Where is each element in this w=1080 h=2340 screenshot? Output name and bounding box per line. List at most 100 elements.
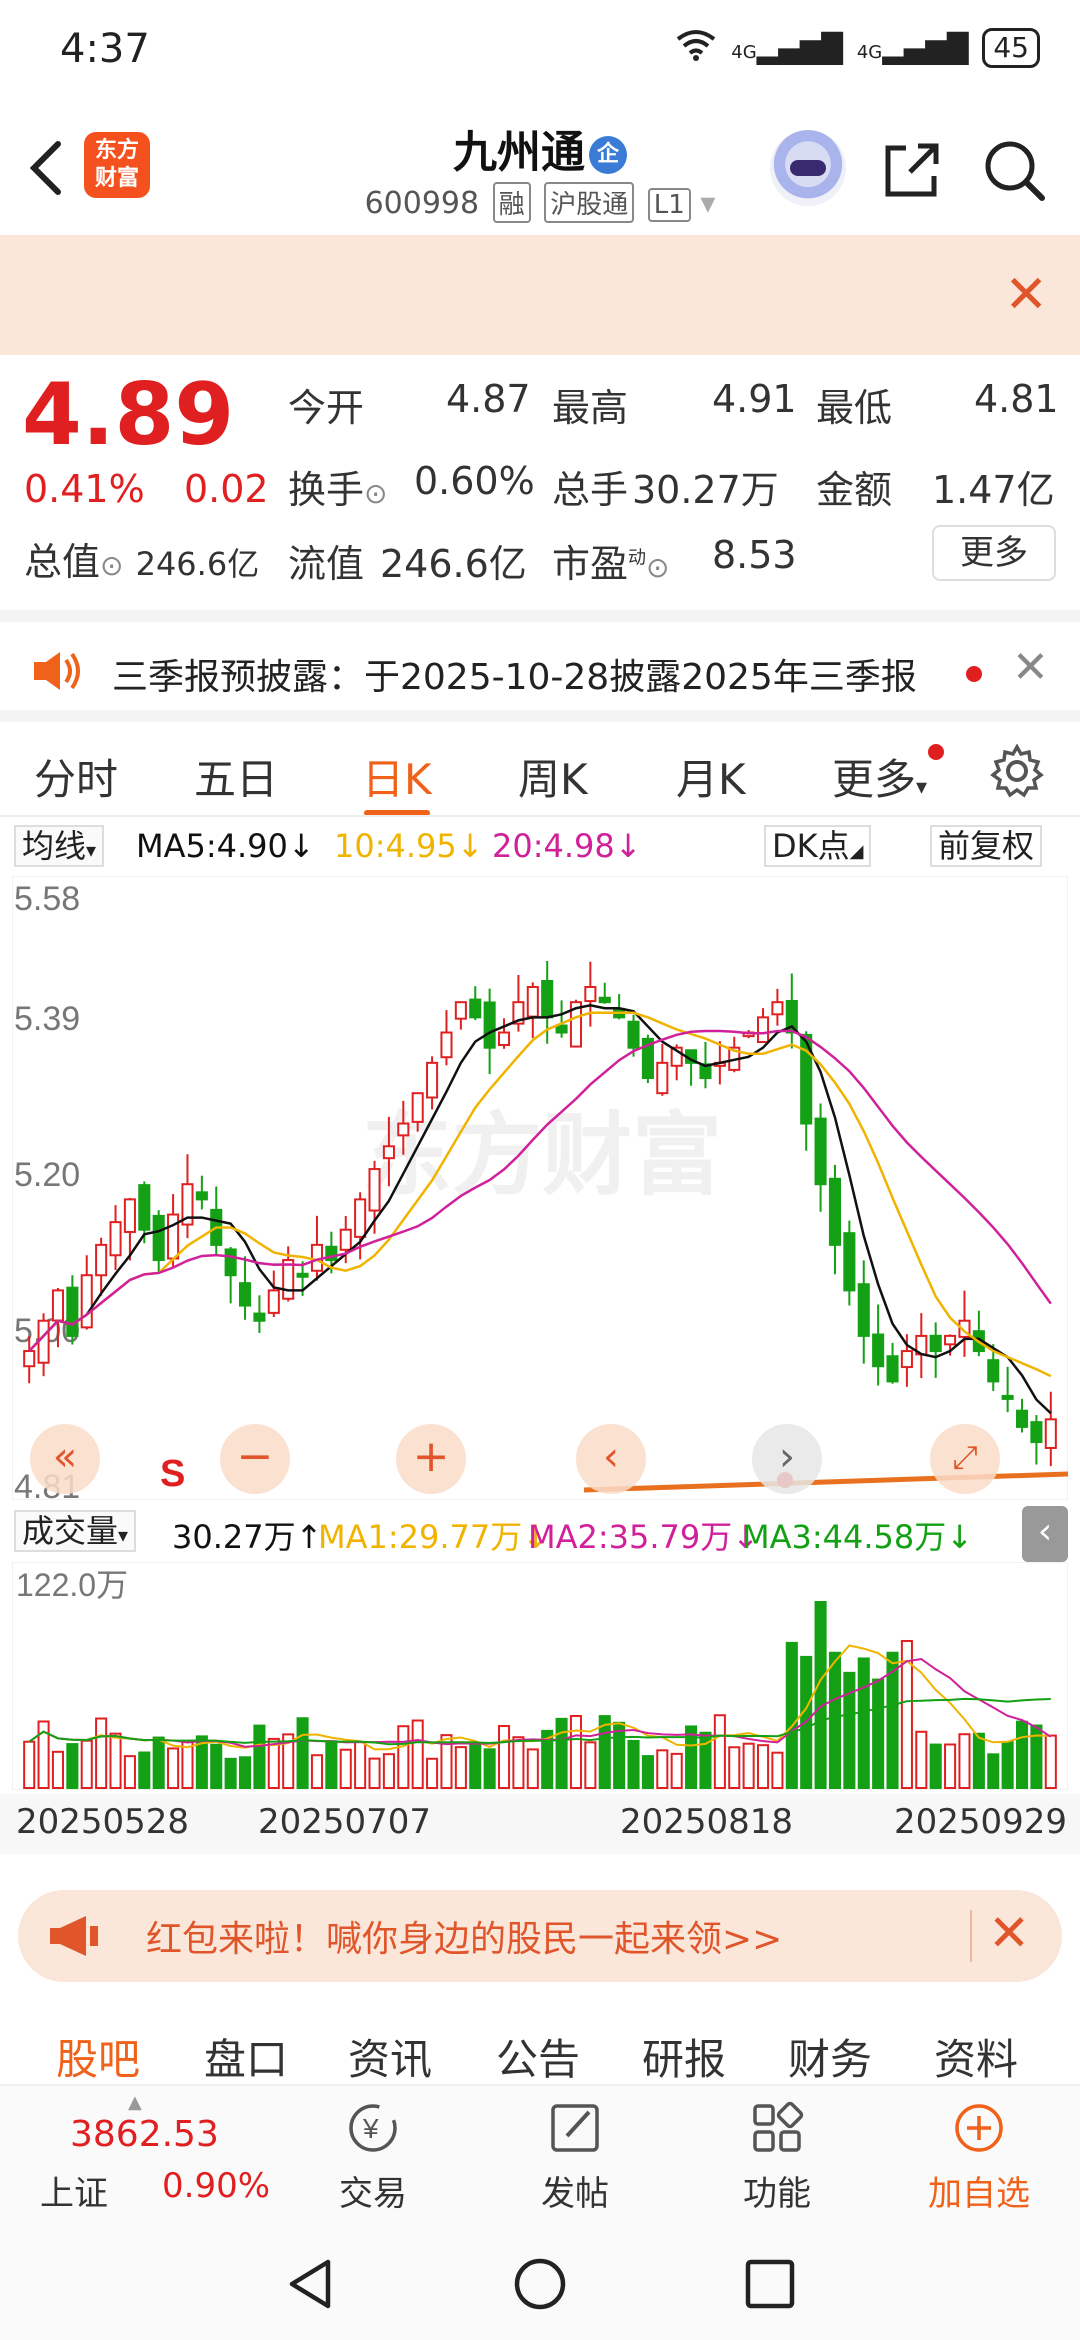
x-date-3: 20250818: [620, 1802, 794, 1842]
add-watchlist-button[interactable]: 加自选: [914, 2100, 1044, 2215]
candle-body: [411, 1092, 424, 1123]
post-button[interactable]: 发帖: [510, 2100, 640, 2215]
candle-body: [656, 1061, 669, 1095]
status-time: 4:37: [60, 26, 150, 72]
volume-bar: [95, 1717, 108, 1790]
volume-bar: [742, 1742, 755, 1790]
edit-post-icon: [551, 2104, 599, 2152]
tab-forum[interactable]: 股吧: [56, 2026, 140, 2087]
total-market-value[interactable]: 总值⊙ 246.6亿: [24, 531, 259, 586]
kline-chart[interactable]: 东方财富 5.58 5.39 5.20 5.00 4.81 S « − + ‹ …: [11, 875, 1069, 1506]
volume-bar: [138, 1751, 151, 1789]
fullscreen-icon[interactable]: ⤢: [930, 1424, 1000, 1494]
promo-text: 红包来啦！喊你身边的股民一起来领>>: [146, 1919, 783, 1960]
volume-bar: [857, 1657, 870, 1790]
ma20-value: 20:4.98↓: [492, 827, 642, 865]
settings-gear-icon[interactable]: [990, 744, 1044, 798]
turnover-label[interactable]: 换手⊙: [288, 459, 387, 514]
candle-body: [526, 986, 539, 1018]
info-icon: ⊙: [100, 549, 124, 582]
nav-recents-icon[interactable]: [742, 2256, 798, 2312]
candle-body: [123, 1198, 136, 1233]
signal-icon: 4G▂▄▆█: [731, 31, 843, 65]
tab-finance[interactable]: 财务: [788, 2026, 872, 2087]
scroll-left-icon[interactable]: ‹: [576, 1424, 646, 1494]
candle-body: [23, 1350, 36, 1368]
volume-bar: [512, 1736, 525, 1789]
volume-bar: [339, 1748, 352, 1789]
close-icon[interactable]: ✕: [1012, 642, 1049, 693]
volume-chart[interactable]: 122.0万: [11, 1561, 1069, 1791]
volume-bar: [771, 1751, 784, 1789]
candle-body: [66, 1286, 79, 1337]
collapse-panel-icon[interactable]: ‹: [1022, 1506, 1068, 1562]
volume-bar: [397, 1725, 410, 1790]
tab-profile[interactable]: 资料: [934, 2026, 1018, 2087]
red-packet-promo[interactable]: 红包来啦！喊你身边的股民一起来领>> ✕: [18, 1890, 1062, 1982]
tag-connect: 沪股通: [544, 182, 635, 223]
nav-home-icon[interactable]: [512, 2256, 568, 2312]
nav-back-icon[interactable]: [282, 2256, 338, 2312]
dk-point-selector[interactable]: DK点◢: [764, 825, 872, 867]
candle-body: [1015, 1409, 1029, 1428]
candle-body: [95, 1243, 108, 1277]
volume-bar: [987, 1753, 1000, 1789]
tab-five-day[interactable]: 五日: [194, 746, 278, 807]
features-button[interactable]: 功能: [712, 2100, 842, 2215]
candle-body: [51, 1289, 65, 1322]
ai-assistant-icon[interactable]: [770, 130, 846, 206]
trade-button[interactable]: ¥ 交易: [308, 2100, 438, 2215]
tab-daily-k[interactable]: 日K: [362, 746, 432, 807]
volume-bar: [728, 1746, 741, 1790]
volume-bar: [310, 1754, 324, 1790]
sell-marker: S: [160, 1453, 185, 1495]
adjust-selector[interactable]: 前复权: [930, 825, 1043, 867]
tab-orderbook[interactable]: 盘口: [204, 2026, 288, 2087]
tab-more[interactable]: 更多▾: [832, 746, 927, 807]
tab-weekly-k[interactable]: 周K: [518, 746, 588, 807]
close-icon[interactable]: ✕: [1004, 265, 1048, 325]
volume-bar: [756, 1744, 770, 1789]
notice-text: 三季报预披露：于2025-10-28披露2025年三季报: [112, 657, 917, 698]
pe-value: 8.53: [712, 533, 797, 577]
battery-icon: 45: [982, 28, 1040, 68]
volume-bar: [382, 1753, 395, 1789]
tab-minute[interactable]: 分时: [34, 746, 118, 807]
tab-research[interactable]: 研报: [642, 2026, 726, 2087]
search-icon[interactable]: [980, 136, 1048, 204]
volume-selector[interactable]: 成交量▾: [14, 1510, 137, 1552]
tab-news[interactable]: 资讯: [348, 2026, 432, 2087]
y-label-5.20: 5.20: [14, 1156, 80, 1194]
scroll-right-icon[interactable]: ›: [752, 1424, 822, 1494]
more-button[interactable]: 更多: [932, 525, 1056, 581]
volume-ma2: MA2:35.79万↓: [528, 1518, 760, 1556]
ma-selector[interactable]: 均线▾: [14, 825, 105, 867]
candle-body: [1044, 1418, 1057, 1449]
index-value: 3862.53: [70, 2114, 219, 2155]
close-icon[interactable]: ✕: [988, 1904, 1030, 1962]
high-value: 4.91: [712, 377, 797, 421]
scroll-left-fast-icon[interactable]: «: [30, 1424, 100, 1494]
bottom-section-tabs: 股吧 盘口 资讯 公告 研报 财务 资料: [0, 2000, 1080, 2084]
tab-announcements[interactable]: 公告: [496, 2026, 580, 2087]
tab-monthly-k[interactable]: 月K: [676, 746, 746, 807]
candle-body: [397, 1122, 410, 1137]
candle-body: [886, 1355, 899, 1383]
speaker-icon: [34, 652, 80, 690]
top-banner: ✕: [0, 235, 1080, 355]
candle-body: [584, 986, 597, 1003]
volume-bar: [497, 1725, 511, 1789]
candle-body: [195, 1191, 208, 1201]
candle-body: [857, 1283, 870, 1337]
float-value: 246.6亿: [380, 542, 527, 586]
candle-body: [843, 1232, 856, 1292]
change-value: 0.02: [184, 467, 269, 511]
volume-bar: [828, 1651, 842, 1790]
zoom-in-icon[interactable]: +: [396, 1424, 466, 1494]
pe-label[interactable]: 市盈动⊙: [552, 533, 669, 588]
candle-body: [109, 1221, 122, 1257]
volume-bar: [958, 1733, 971, 1789]
notice-bar[interactable]: 三季报预披露：于2025-10-28披露2025年三季报 ✕: [0, 610, 1080, 710]
zoom-out-icon[interactable]: −: [220, 1424, 290, 1494]
share-icon[interactable]: [880, 138, 944, 202]
